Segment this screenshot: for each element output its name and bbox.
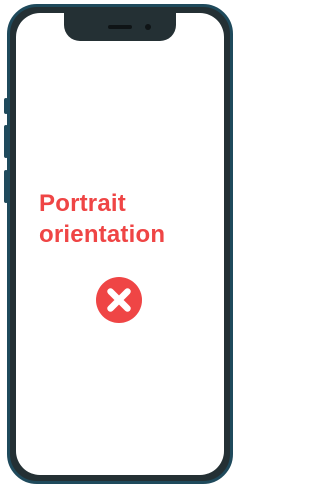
stage: Portrait orientation	[0, 0, 242, 489]
orientation-label: Portrait orientation	[39, 188, 209, 250]
orientation-label-line2: orientation	[39, 221, 166, 248]
front-camera	[145, 24, 151, 30]
speaker-grille	[108, 25, 132, 29]
orientation-label-line1: Portrait	[39, 190, 126, 217]
close-circle-icon	[96, 277, 142, 323]
phone-notch	[64, 13, 176, 41]
